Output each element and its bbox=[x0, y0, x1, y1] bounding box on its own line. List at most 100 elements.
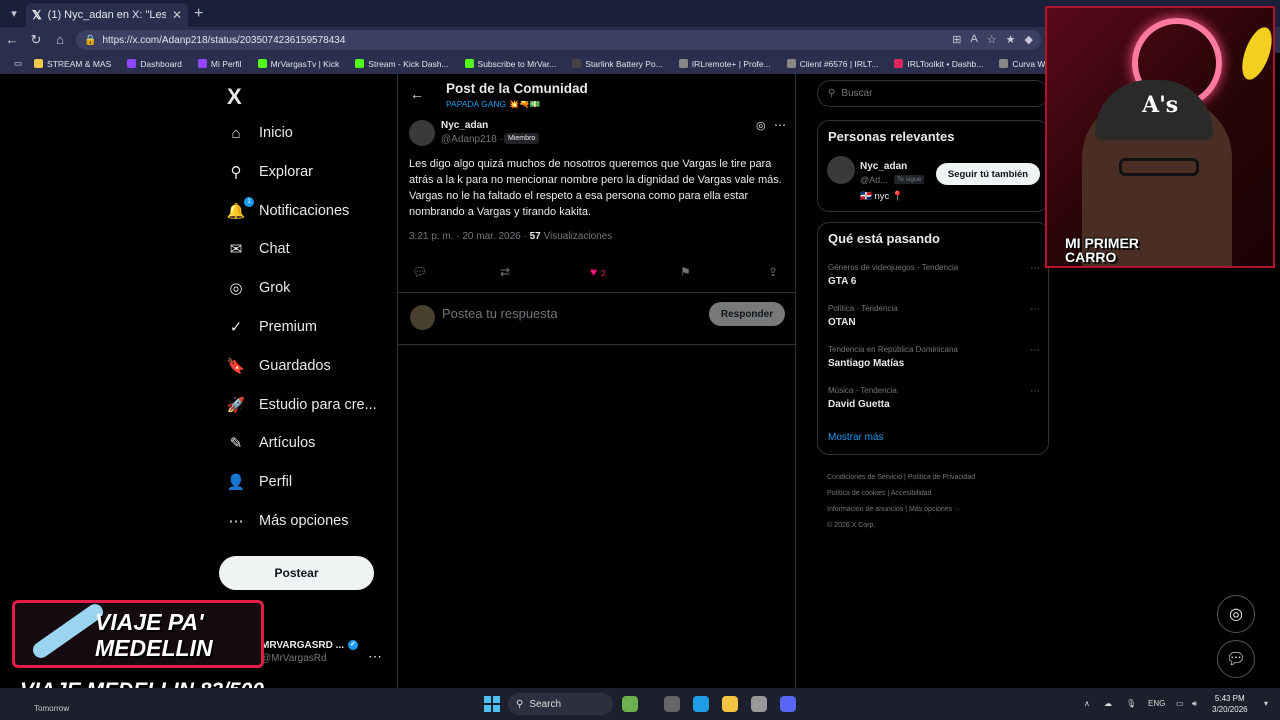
bookmark-item[interactable]: IRLremote+ | Profe... bbox=[671, 59, 779, 69]
community-name[interactable]: PAPADA GANG 💥🔫💵 bbox=[446, 99, 540, 110]
post-more-icon[interactable]: ⋯ bbox=[774, 118, 786, 132]
account-switcher[interactable]: MRVARGASRD ... ✓ @MrVargasRd ⋯ bbox=[261, 640, 396, 664]
tab-list-chevron-icon[interactable]: ▾ bbox=[6, 6, 22, 22]
trend-item[interactable]: Música · Tendencia David Guetta ⋯ bbox=[828, 386, 1040, 410]
post-time[interactable]: 3:21 p. m. · 20 mar. 2026 · bbox=[409, 231, 527, 242]
tray-chevron-icon[interactable]: ∧ bbox=[1084, 699, 1090, 708]
taskbar-clock[interactable]: 5:43 PM 3/20/2026 bbox=[1212, 693, 1248, 715]
trend-name: OTAN bbox=[828, 317, 856, 328]
read-aloud-icon[interactable]: A bbox=[970, 33, 977, 46]
sidebar-item-explorar[interactable]: ⚲ Explorar bbox=[227, 163, 314, 181]
browser-tab[interactable]: 𝕏 (1) Nyc_adan en X: "Les digo algo ✕ bbox=[26, 3, 188, 27]
reply-button[interactable]: Responder bbox=[709, 302, 785, 326]
trend-item[interactable]: Tendencia en República Dominicana Santiag… bbox=[828, 345, 1040, 369]
task-view-icon[interactable] bbox=[664, 696, 680, 712]
author-name[interactable]: Nyc_adan bbox=[441, 120, 488, 131]
discord-app-icon[interactable] bbox=[780, 696, 796, 712]
sidebar-item-art-culos[interactable]: ✎ Artículos bbox=[227, 434, 316, 452]
repost-icon[interactable]: ⇄ bbox=[500, 265, 510, 279]
widgets-app-icon[interactable] bbox=[622, 696, 638, 712]
network-icon[interactable]: ▭ bbox=[1176, 699, 1184, 708]
bookmark-item[interactable]: STREAM & MAS bbox=[26, 59, 119, 69]
address-bar[interactable]: 🔒 https://x.com/Adanp218/status/20350742… bbox=[76, 30, 1041, 50]
weather-widget[interactable]: Tomorrow bbox=[34, 704, 69, 713]
reply-input[interactable]: Postea tu respuesta bbox=[442, 306, 558, 321]
footer-link[interactable]: © 2026 X Corp. bbox=[827, 522, 875, 529]
follow-button[interactable]: Seguir tú también bbox=[936, 163, 1040, 185]
apps-icon[interactable]: ⊞ bbox=[952, 33, 961, 46]
taskbar-search[interactable]: ⚲ Search bbox=[508, 693, 613, 715]
tray-app-icon[interactable]: ☁ bbox=[1104, 699, 1112, 708]
footer-link[interactable]: Política de cookies bbox=[827, 490, 885, 497]
x-logo-icon[interactable]: X bbox=[227, 84, 242, 110]
bookmark-item[interactable]: Subscribe to MrVar... bbox=[457, 59, 565, 69]
reload-icon[interactable]: ↻ bbox=[28, 32, 44, 48]
bookmark-item[interactable]: IRLToolkit • Dashb... bbox=[886, 59, 991, 69]
trend-context: Política · Tendencia bbox=[828, 304, 898, 313]
sidebar-item-label: Grok bbox=[259, 280, 291, 297]
reply-icon[interactable]: 💬︎ bbox=[412, 265, 427, 279]
language-indicator[interactable]: ENG bbox=[1148, 699, 1165, 708]
volume-icon[interactable]: 🔊︎ bbox=[1192, 699, 1197, 709]
relevant-avatar[interactable] bbox=[827, 156, 855, 184]
like-button[interactable]: ♥ 2 bbox=[590, 265, 606, 279]
footer-link[interactable]: Accesibilidad bbox=[891, 490, 932, 497]
trend-item[interactable]: Política · Tendencia OTAN ⋯ bbox=[828, 304, 1040, 328]
search-input[interactable]: ⚲ Buscar bbox=[817, 80, 1049, 107]
bookmark-icon[interactable]: ⚑ bbox=[680, 265, 691, 279]
bookmark-item[interactable]: Dashboard bbox=[119, 59, 190, 69]
post-button[interactable]: Postear bbox=[219, 556, 374, 590]
trend-item[interactable]: Géneros de videojuegos · Tendencia GTA 6 ⋯ bbox=[828, 263, 1040, 287]
footer-link[interactable]: Política de Privacidad bbox=[908, 474, 975, 481]
author-avatar[interactable] bbox=[409, 120, 435, 146]
trend-more-icon[interactable]: ⋯ bbox=[1030, 386, 1040, 397]
mic-icon[interactable]: 🎙︎ bbox=[1126, 699, 1136, 708]
author-handle[interactable]: @Adanp218 · bbox=[441, 134, 503, 145]
bookmark-label: Starlink Battery Po... bbox=[585, 58, 663, 69]
new-tab-icon[interactable]: + bbox=[194, 5, 203, 23]
sidebar-item-label: Estudio para cre... bbox=[259, 396, 377, 413]
windows-start-icon[interactable] bbox=[484, 696, 500, 712]
favorites-icon[interactable]: ★ bbox=[1006, 33, 1016, 46]
bookmark-item[interactable]: MrVargasTv | Kick bbox=[250, 59, 348, 69]
bookmark-item[interactable]: Stream - Kick Dash... bbox=[347, 59, 456, 69]
trend-more-icon[interactable]: ⋯ bbox=[1030, 263, 1040, 274]
app-icon[interactable] bbox=[751, 696, 767, 712]
bookmark-item[interactable]: Client #6576 | IRLT... bbox=[779, 59, 887, 69]
back-nav-icon[interactable]: ← bbox=[4, 32, 20, 48]
notifications-icon[interactable]: ▾ bbox=[1264, 699, 1268, 708]
home-nav-icon[interactable]: ⌂ bbox=[52, 32, 68, 48]
file-explorer-icon[interactable] bbox=[722, 696, 738, 712]
relevant-name[interactable]: Nyc_adan bbox=[860, 161, 907, 172]
extension-icon[interactable]: ◆ bbox=[1025, 33, 1033, 46]
bookmarks-menu-icon[interactable]: ▭ bbox=[6, 58, 26, 69]
sidebar-item-m-s-opciones[interactable]: ⋯ Más opciones bbox=[227, 512, 349, 530]
footer-link[interactable]: Condiciones de Servicio bbox=[827, 474, 902, 481]
trend-context: Géneros de videojuegos · Tendencia bbox=[828, 263, 959, 272]
share-icon[interactable]: ⇪ bbox=[768, 265, 778, 279]
trend-more-icon[interactable]: ⋯ bbox=[1030, 304, 1040, 315]
sidebar-item-perfil[interactable]: 👤 Perfil bbox=[227, 473, 292, 491]
messages-float-button[interactable]: 💬︎ bbox=[1217, 640, 1255, 678]
sidebar-item-notificaciones[interactable]: 🔔 1 Notificaciones bbox=[227, 196, 349, 220]
sidebar-item-premium[interactable]: ✓ Premium bbox=[227, 318, 317, 336]
favorite-star-icon[interactable]: ☆ bbox=[987, 33, 997, 46]
bookmark-item[interactable]: Starlink Battery Po... bbox=[564, 59, 670, 69]
relevant-handle[interactable]: @Ad... bbox=[860, 175, 888, 185]
sidebar-item-guardados[interactable]: 🔖 Guardados bbox=[227, 357, 331, 375]
back-arrow-icon[interactable]: ← bbox=[410, 86, 424, 102]
edge-app-icon[interactable] bbox=[693, 696, 709, 712]
sidebar-item-inicio[interactable]: ⌂ Inicio bbox=[227, 124, 292, 142]
sidebar-item-grok[interactable]: ◎ Grok bbox=[227, 279, 290, 297]
account-more-icon[interactable]: ⋯ bbox=[368, 648, 382, 665]
footer-link[interactable]: Más opciones ··· bbox=[909, 506, 961, 513]
trend-more-icon[interactable]: ⋯ bbox=[1030, 345, 1040, 356]
footer-link[interactable]: Información de anuncios bbox=[827, 506, 903, 513]
sidebar-item-estudio-para-cre[interactable]: 🚀 Estudio para cre... bbox=[227, 396, 377, 414]
show-more-link[interactable]: Mostrar más bbox=[828, 432, 884, 443]
sidebar-item-chat[interactable]: ✉ Chat bbox=[227, 240, 290, 258]
tab-close-icon[interactable]: ✕ bbox=[172, 8, 182, 22]
grok-explain-icon[interactable]: ◎ bbox=[756, 119, 766, 132]
grok-float-button[interactable]: ◎ bbox=[1217, 595, 1255, 633]
bookmark-item[interactable]: Mi Perfil bbox=[190, 59, 250, 69]
